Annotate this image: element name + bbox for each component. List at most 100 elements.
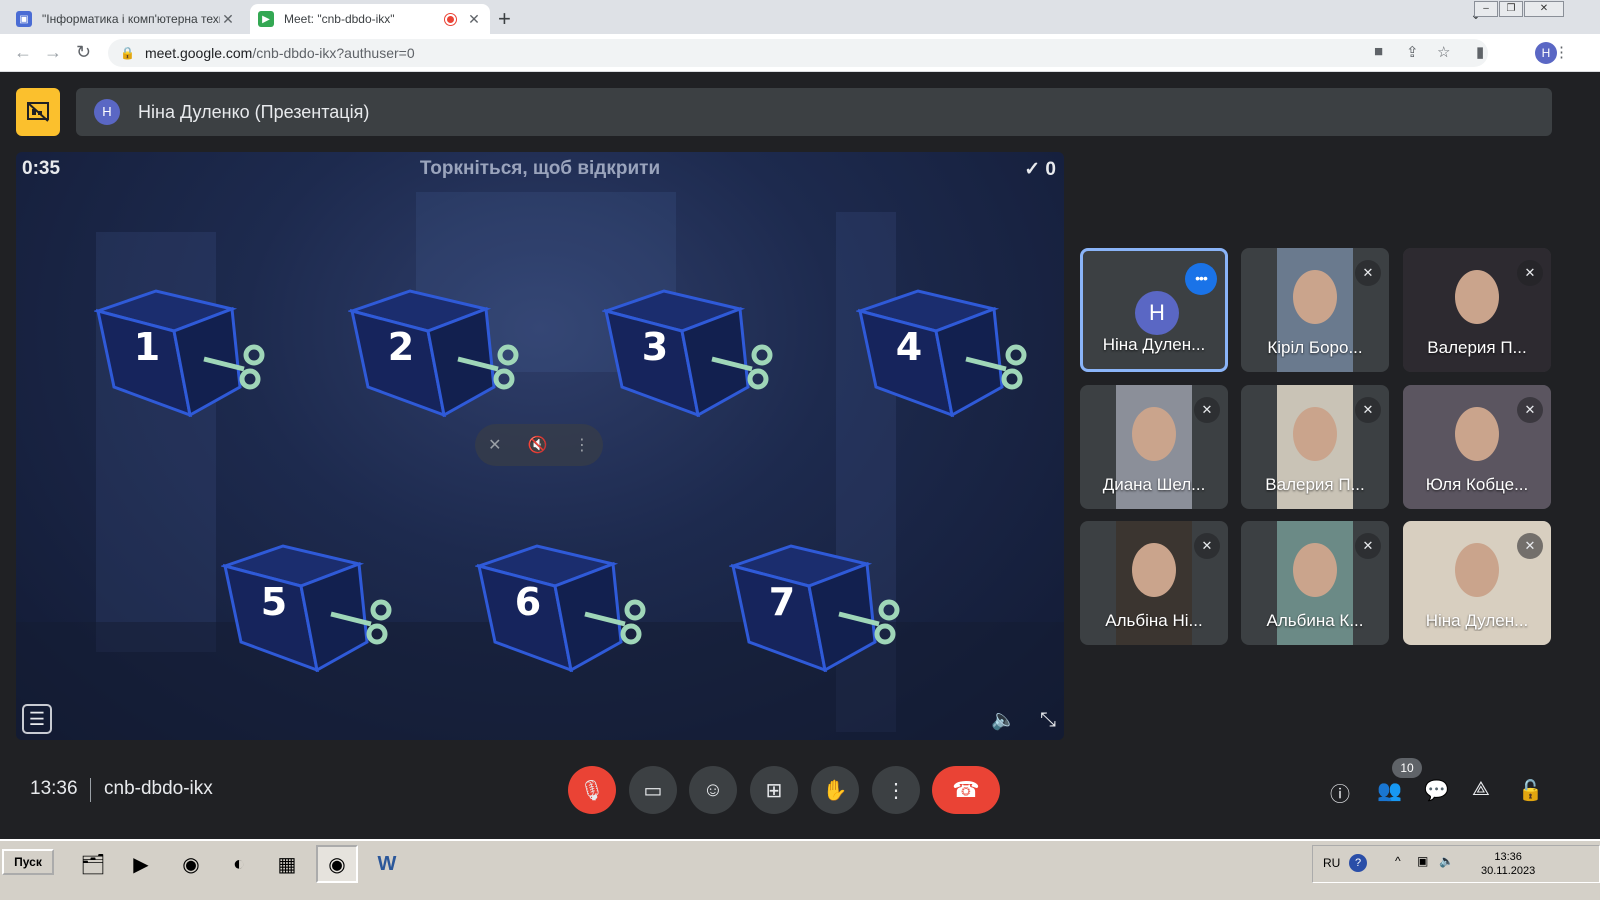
participant-tile[interactable]: ✕ Валерия П... bbox=[1403, 248, 1551, 372]
close-tab-icon[interactable]: ✕ bbox=[466, 11, 482, 28]
box-number: 7 bbox=[768, 580, 796, 624]
mic-muted-icon: ✕ bbox=[1517, 397, 1543, 423]
minimize-button[interactable]: – bbox=[1474, 1, 1498, 17]
recording-icon bbox=[445, 13, 456, 25]
participant-tile[interactable]: ✕ Валерия П... bbox=[1241, 385, 1389, 509]
mystery-box-4[interactable]: 4 bbox=[856, 287, 1036, 417]
exit-fullscreen-icon[interactable]: ⤡ bbox=[1040, 709, 1056, 732]
presentation-stage[interactable]: 0:35 Торкніться, щоб відкрити ✓ 0 123456… bbox=[16, 152, 1064, 740]
people-count-badge: 10 bbox=[1392, 758, 1422, 778]
forward-icon[interactable]: → bbox=[44, 42, 62, 63]
volume-muted-icon[interactable]: 🔈 bbox=[991, 707, 1016, 732]
new-tab-button[interactable]: + bbox=[498, 6, 511, 32]
more-options-icon[interactable]: ••• bbox=[1185, 263, 1217, 295]
back-icon[interactable]: ← bbox=[14, 42, 32, 63]
participant-tile[interactable]: ✕ Кіріл Боро... bbox=[1241, 248, 1389, 372]
activities-icon[interactable]: ⟁ bbox=[1472, 778, 1490, 801]
chrome-icon[interactable]: ◉ bbox=[170, 845, 212, 883]
mute-presentation-icon[interactable]: 🔇 bbox=[528, 435, 548, 455]
stop-presenting-button[interactable] bbox=[16, 88, 60, 136]
bookmark-star-icon[interactable]: ☆ bbox=[1437, 43, 1450, 61]
meeting-time: 13:36 bbox=[30, 778, 78, 799]
mic-muted-icon: ✕ bbox=[1194, 533, 1220, 559]
clock-date: 30.11.2023 bbox=[1481, 865, 1536, 877]
box-number: 2 bbox=[387, 325, 415, 369]
more-options-button[interactable]: ⋮ bbox=[872, 766, 920, 814]
calculator-icon[interactable]: ▦ bbox=[266, 845, 308, 883]
tab-meet[interactable]: ▶ Meet: "cnb-dbdo-ikx" ✕ bbox=[250, 4, 490, 34]
restore-button[interactable]: ❐ bbox=[1499, 1, 1523, 17]
side-panel-icon[interactable]: ▮ bbox=[1476, 43, 1484, 61]
tab-informatics[interactable]: ▣ "Інформатика і комп'ютерна техні ✕ bbox=[8, 4, 244, 34]
more-options-icon[interactable]: ⋮ bbox=[574, 435, 590, 455]
participant-name: Ніна Дулен... bbox=[1425, 611, 1529, 630]
participant-name: Альбіна Ні... bbox=[1105, 611, 1203, 630]
leave-call-button[interactable]: ☎ bbox=[932, 766, 1000, 814]
mystery-box-1[interactable]: 1 bbox=[94, 287, 274, 417]
camera-button[interactable]: ▭ bbox=[629, 766, 677, 814]
close-tab-icon[interactable]: ✕ bbox=[220, 11, 236, 28]
participant-tile[interactable]: ✕ Диана Шел... bbox=[1080, 385, 1228, 509]
reload-icon[interactable]: ↻ bbox=[76, 42, 91, 63]
participant-tile[interactable]: H ••• Ніна Дулен... bbox=[1080, 248, 1228, 372]
participant-tile[interactable]: ✕ Альбина К... bbox=[1241, 521, 1389, 645]
divider bbox=[90, 778, 91, 802]
unpin-icon[interactable]: ✕ bbox=[488, 435, 501, 455]
phone-hangup-icon: ☎ bbox=[952, 777, 980, 802]
box-icon bbox=[602, 289, 773, 417]
present-now-button[interactable]: ⊞ bbox=[750, 766, 798, 814]
volume-icon[interactable]: 🔈 bbox=[1439, 854, 1454, 868]
media-player-icon[interactable]: ▶ bbox=[120, 845, 162, 883]
participant-tile[interactable]: ✕ Альбіна Ні... bbox=[1080, 521, 1228, 645]
word-icon[interactable]: W bbox=[366, 845, 408, 883]
mystery-box-2[interactable]: 2 bbox=[348, 287, 528, 417]
mystery-box-5[interactable]: 5 bbox=[221, 542, 401, 672]
language-indicator[interactable]: RU bbox=[1323, 856, 1340, 870]
edge-icon[interactable]: ◐ bbox=[218, 845, 260, 883]
participant-face bbox=[1132, 543, 1176, 597]
mic-muted-icon: ✕ bbox=[1517, 260, 1543, 286]
participant-tile[interactable]: ✕ Юля Кобце... bbox=[1403, 385, 1551, 509]
meeting-details-icon[interactable]: ⓘ bbox=[1330, 778, 1350, 807]
close-window-button[interactable]: ✕ bbox=[1524, 1, 1564, 17]
tap-to-open-hint: Торкніться, щоб відкрити bbox=[419, 158, 661, 179]
share-icon[interactable]: ⇪ bbox=[1406, 43, 1419, 61]
meet-favicon-icon: ▶ bbox=[258, 11, 274, 27]
presenter-bar: H Ніна Дуленко (Презентація) bbox=[76, 88, 1552, 136]
tray-expand-icon[interactable]: ^ bbox=[1395, 854, 1401, 868]
raise-hand-button[interactable]: ✋ bbox=[811, 766, 859, 814]
camera-blocked-icon[interactable]: ■ bbox=[1374, 43, 1383, 60]
start-label: Пуск bbox=[14, 855, 42, 869]
url-host: meet.google.com bbox=[144, 45, 253, 61]
presentation-overlay-controls: ✕ 🔇 ⋮ bbox=[475, 424, 603, 466]
mystery-box-6[interactable]: 6 bbox=[475, 542, 655, 672]
participant-face bbox=[1293, 407, 1337, 461]
chrome-active-icon[interactable]: ◉ bbox=[316, 845, 358, 883]
presenter-label: Ніна Дуленко (Презентація) bbox=[138, 101, 370, 122]
mic-off-button[interactable]: 🎙︎ bbox=[568, 766, 616, 814]
help-icon[interactable]: ? bbox=[1349, 854, 1367, 872]
network-icon[interactable]: ▣ bbox=[1417, 854, 1428, 868]
browser-menu-icon[interactable]: ⋮ bbox=[1554, 43, 1569, 61]
address-bar[interactable]: 🔒 meet.google.com/cnb-dbdo-ikx?authuser=… bbox=[108, 39, 1488, 67]
slide-menu-button[interactable]: ☰ bbox=[22, 704, 52, 734]
present-screen-icon: ⊞ bbox=[765, 779, 783, 802]
start-button[interactable]: Пуск bbox=[2, 849, 54, 875]
reactions-button[interactable]: ☺ bbox=[689, 766, 737, 814]
explorer-icon[interactable]: 🗂 bbox=[72, 845, 114, 883]
mystery-box-3[interactable]: 3 bbox=[602, 287, 782, 417]
box-number: 6 bbox=[514, 580, 542, 624]
participant-tile[interactable]: ✕ Ніна Дулен... bbox=[1403, 521, 1551, 645]
mystery-box-7[interactable]: 7 bbox=[729, 542, 909, 672]
present-off-icon bbox=[27, 102, 49, 122]
chat-icon[interactable]: 💬 bbox=[1424, 778, 1449, 803]
classroom-favicon-icon: ▣ bbox=[16, 11, 32, 27]
people-icon[interactable]: 👥 bbox=[1377, 778, 1402, 803]
tray-clock[interactable]: 13:36 30.11.2023 bbox=[1481, 850, 1535, 878]
clock-time: 13:36 bbox=[1494, 851, 1522, 863]
host-controls-icon[interactable]: 🔓 bbox=[1518, 778, 1543, 803]
participant-face bbox=[1132, 407, 1176, 461]
camera-icon: ▭ bbox=[643, 779, 663, 802]
participant-face bbox=[1455, 407, 1499, 461]
mic-muted-icon: ✕ bbox=[1355, 397, 1381, 423]
